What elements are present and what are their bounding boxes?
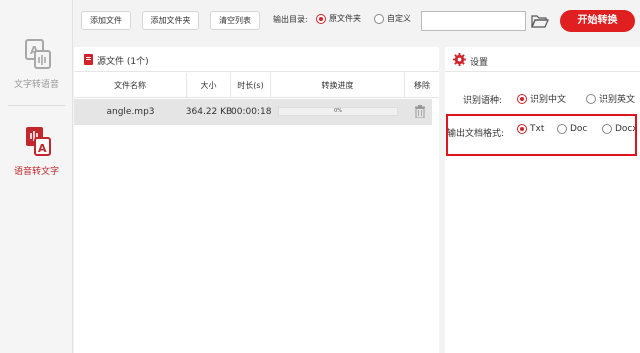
- file-duration-cell: 00:00:18: [231, 107, 272, 117]
- table-row[interactable]: angle.mp3 364.22 KB 00:00:18 0%: [74, 99, 432, 125]
- sidebar-item-label: 文字转语音: [13, 80, 59, 90]
- column-header-size: 大小: [187, 73, 231, 98]
- svg-text:A: A: [38, 142, 47, 155]
- output-custom-radio[interactable]: 自定义: [374, 13, 411, 24]
- add-file-button[interactable]: 添加文件: [81, 11, 131, 30]
- column-header-progress: 转换进度: [271, 73, 405, 98]
- column-header-duration: 时长(s): [231, 73, 271, 98]
- file-panel: 源文件 (1个) 文件名称 大小 时长(s) 转换进度 移除 angle.mp3…: [74, 47, 439, 353]
- sidebar: A 文字转语音 A 语音转文字: [0, 0, 73, 353]
- file-name-cell: angle.mp3: [106, 107, 155, 117]
- file-size-cell: 364.22 KB: [185, 107, 233, 117]
- language-english-radio[interactable]: 识别英文: [586, 92, 635, 105]
- column-header-name: 文件名称: [74, 73, 187, 98]
- file-table-header: 文件名称 大小 时长(s) 转换进度 移除: [74, 73, 439, 98]
- file-panel-title: 源文件 (1个): [97, 57, 149, 67]
- speech-to-text-icon: A: [25, 127, 51, 156]
- settings-header: 设置: [445, 47, 640, 72]
- radio-unselected-icon: [374, 13, 384, 24]
- sidebar-divider: [8, 105, 65, 106]
- highlight-box: [446, 114, 637, 156]
- settings-title: 设置: [470, 58, 489, 68]
- radio-selected-icon: [517, 93, 527, 104]
- language-label: 识别语种:: [463, 96, 503, 106]
- folder-open-icon[interactable]: [531, 13, 549, 29]
- file-panel-header: 源文件 (1个): [74, 47, 439, 72]
- column-header-remove: 移除: [414, 81, 430, 90]
- output-original-folder-radio[interactable]: 原文件夹: [316, 13, 361, 24]
- settings-panel: 设置 识别语种: 识别中文 识别英文 输出文档格式: Txt Doc Docx: [445, 47, 640, 353]
- output-dir-label: 输出目录:: [273, 15, 308, 24]
- sidebar-item-text-to-speech[interactable]: A 文字转语音: [0, 38, 73, 90]
- sidebar-item-label: 语音转文字: [13, 167, 59, 177]
- start-convert-button[interactable]: 开始转换: [560, 10, 635, 32]
- gear-icon: [453, 53, 466, 66]
- language-chinese-radio[interactable]: 识别中文: [517, 92, 566, 105]
- radio-unselected-icon: [586, 93, 596, 104]
- radio-selected-icon: [316, 13, 326, 24]
- sidebar-item-speech-to-text[interactable]: A 语音转文字: [0, 125, 73, 177]
- clear-list-button[interactable]: 清空列表: [210, 11, 260, 30]
- add-folder-button[interactable]: 添加文件夹: [142, 11, 199, 30]
- document-icon: [84, 54, 93, 65]
- output-path-input[interactable]: [421, 11, 526, 31]
- toolbar: 添加文件 添加文件夹 清空列表 输出目录: 原文件夹 自定义 开始转换: [74, 0, 640, 44]
- progress-bar: 0%: [278, 107, 398, 116]
- text-to-speech-icon: A: [24, 39, 51, 69]
- trash-icon[interactable]: [415, 105, 425, 118]
